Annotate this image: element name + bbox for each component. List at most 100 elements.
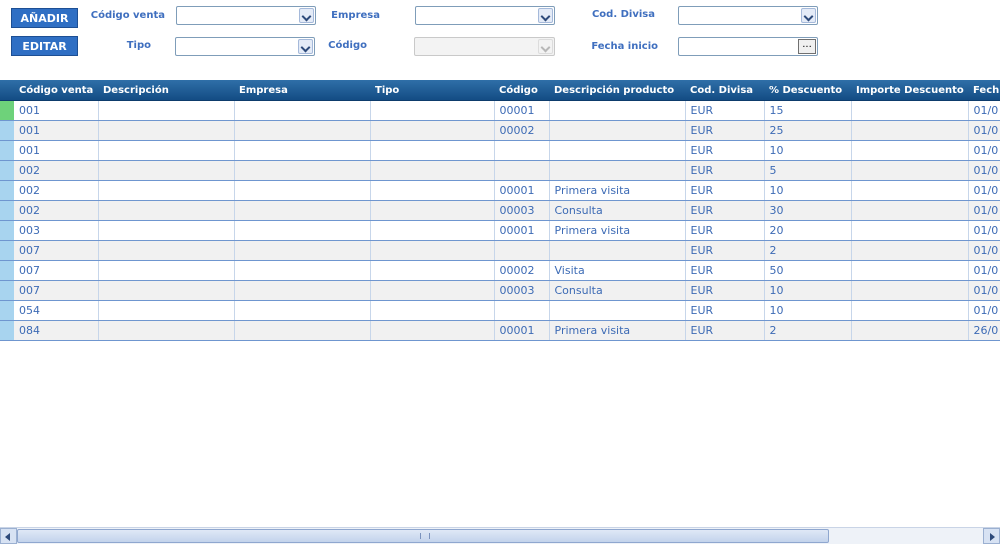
cell-codigo-venta[interactable]: 007 [14,260,99,281]
row-selector[interactable] [0,300,14,321]
cell-descripcion[interactable] [98,200,235,221]
cell-descuento[interactable]: 20 [764,220,852,241]
cell-divisa[interactable]: EUR [685,300,765,321]
cell-importe[interactable] [851,160,969,181]
cell-fecha[interactable]: 01/0 [968,280,1000,301]
cell-desc-producto[interactable] [549,140,686,161]
cell-tipo[interactable] [370,100,495,121]
cell-fecha[interactable]: 01/0 [968,260,1000,281]
empresa-select[interactable] [415,6,555,25]
cell-tipo[interactable] [370,320,495,341]
column-header[interactable]: Fech [968,80,1000,101]
cell-divisa[interactable]: EUR [685,120,765,141]
table-row[interactable]: 084 00001 Primera visita EUR 2 26/0 [0,320,1000,341]
cell-tipo[interactable] [370,200,495,221]
row-selector[interactable] [0,220,14,241]
cell-descripcion[interactable] [98,160,235,181]
cell-desc-producto[interactable]: Primera visita [549,220,686,241]
codigo-select[interactable] [414,37,555,56]
scroll-right-icon[interactable] [983,528,1000,544]
row-selector[interactable] [0,200,14,221]
cell-desc-producto[interactable]: Consulta [549,200,686,221]
cell-empresa[interactable] [234,280,371,301]
cell-descuento[interactable]: 10 [764,180,852,201]
cell-importe[interactable] [851,120,969,141]
tipo-select[interactable] [175,37,315,56]
cell-divisa[interactable]: EUR [685,100,765,121]
table-row[interactable]: 007 00002 Visita EUR 50 01/0 [0,260,1000,281]
cell-codigo-venta[interactable]: 007 [14,280,99,301]
cell-codigo[interactable]: 00001 [494,100,550,121]
cell-divisa[interactable]: EUR [685,240,765,261]
cell-descripcion[interactable] [98,240,235,261]
cell-tipo[interactable] [370,260,495,281]
row-selector[interactable] [0,320,14,341]
cell-codigo-venta[interactable]: 002 [14,160,99,181]
cell-codigo[interactable] [494,240,550,261]
cell-tipo[interactable] [370,180,495,201]
cell-codigo[interactable] [494,140,550,161]
cell-divisa[interactable]: EUR [685,260,765,281]
cell-fecha[interactable]: 01/0 [968,220,1000,241]
cell-divisa[interactable]: EUR [685,160,765,181]
cell-empresa[interactable] [234,220,371,241]
column-header[interactable]: Código [494,80,549,101]
cell-descripcion[interactable] [98,260,235,281]
cell-fecha[interactable]: 01/0 [968,100,1000,121]
cell-codigo-venta[interactable]: 054 [14,300,99,321]
table-row[interactable]: 001 00001 EUR 15 01/0 [0,100,1000,121]
cell-descripcion[interactable] [98,100,235,121]
table-row[interactable]: 054 EUR 10 01/0 [0,300,1000,321]
cell-importe[interactable] [851,180,969,201]
table-row[interactable]: 001 00002 EUR 25 01/0 [0,120,1000,141]
column-header[interactable]: Código venta [14,80,98,101]
codigo-venta-select[interactable] [176,6,316,25]
table-row[interactable]: 001 EUR 10 01/0 [0,140,1000,161]
cell-codigo-venta[interactable]: 002 [14,200,99,221]
cell-desc-producto[interactable] [549,100,686,121]
table-row[interactable]: 002 00001 Primera visita EUR 10 01/0 [0,180,1000,201]
cell-fecha[interactable]: 01/0 [968,200,1000,221]
cell-codigo-venta[interactable]: 003 [14,220,99,241]
cell-descuento[interactable]: 5 [764,160,852,181]
cell-importe[interactable] [851,300,969,321]
table-row[interactable]: 007 EUR 2 01/0 [0,240,1000,261]
cell-importe[interactable] [851,280,969,301]
cell-importe[interactable] [851,200,969,221]
column-header[interactable]: % Descuento [764,80,851,101]
cell-codigo[interactable]: 00002 [494,120,550,141]
cell-desc-producto[interactable] [549,120,686,141]
cell-codigo-venta[interactable]: 001 [14,120,99,141]
date-picker-button[interactable]: ... [798,39,816,54]
cell-empresa[interactable] [234,140,371,161]
cell-fecha[interactable]: 01/0 [968,160,1000,181]
edit-button[interactable]: EDITAR [11,36,78,56]
cell-fecha[interactable]: 01/0 [968,240,1000,261]
cell-importe[interactable] [851,240,969,261]
cell-tipo[interactable] [370,140,495,161]
cell-descuento[interactable]: 10 [764,280,852,301]
cell-descripcion[interactable] [98,180,235,201]
cell-fecha[interactable]: 01/0 [968,300,1000,321]
cell-importe[interactable] [851,220,969,241]
cell-desc-producto[interactable]: Consulta [549,280,686,301]
cell-codigo-venta[interactable]: 002 [14,180,99,201]
cell-importe[interactable] [851,320,969,341]
row-selector[interactable] [0,280,14,301]
cell-descuento[interactable]: 30 [764,200,852,221]
scroll-left-icon[interactable] [0,528,17,544]
add-button[interactable]: AÑADIR [11,8,78,28]
row-selector[interactable] [0,140,14,161]
column-header[interactable]: Descripción [98,80,234,101]
row-selector[interactable] [0,120,14,141]
cell-codigo[interactable]: 00002 [494,260,550,281]
row-selector[interactable] [0,100,14,121]
row-selector[interactable] [0,240,14,261]
cell-empresa[interactable] [234,240,371,261]
cell-fecha[interactable]: 01/0 [968,120,1000,141]
cell-tipo[interactable] [370,160,495,181]
table-row[interactable]: 007 00003 Consulta EUR 10 01/0 [0,280,1000,301]
cell-descuento[interactable]: 10 [764,140,852,161]
cell-empresa[interactable] [234,300,371,321]
cell-desc-producto[interactable] [549,300,686,321]
